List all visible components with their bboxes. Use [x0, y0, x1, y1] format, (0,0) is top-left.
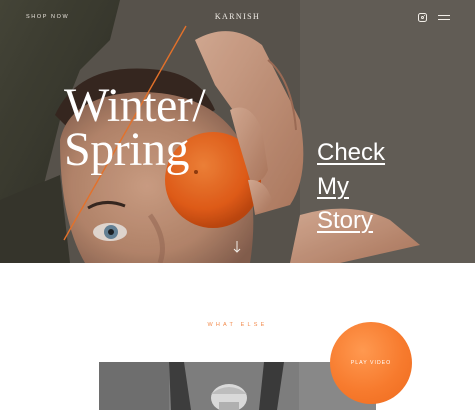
down-arrow-icon[interactable]	[232, 240, 242, 254]
play-video-label: PLAY VIDEO	[350, 360, 392, 366]
play-video-button[interactable]: PLAY VIDEO	[330, 322, 412, 404]
story-link-line-1[interactable]: Check	[317, 136, 385, 170]
hero-banner: SHOP NOW KARNISH Winter/ Spring Check My…	[0, 0, 475, 263]
hamburger-menu-icon[interactable]	[438, 14, 450, 21]
hero-headline: Winter/ Spring	[64, 79, 206, 176]
check-my-story-link[interactable]: Check My Story	[317, 136, 385, 238]
section-eyebrow: WHAT ELSE	[207, 322, 268, 328]
headline-line-2: Spring	[64, 123, 190, 176]
headline-line-1: Winter/	[64, 79, 206, 132]
instagram-icon[interactable]	[418, 13, 427, 22]
story-link-line-3[interactable]: Story	[317, 204, 385, 238]
brand-logo[interactable]: KARNISH	[0, 12, 475, 21]
top-navigation: SHOP NOW KARNISH	[0, 0, 475, 36]
story-link-line-2[interactable]: My	[317, 170, 385, 204]
